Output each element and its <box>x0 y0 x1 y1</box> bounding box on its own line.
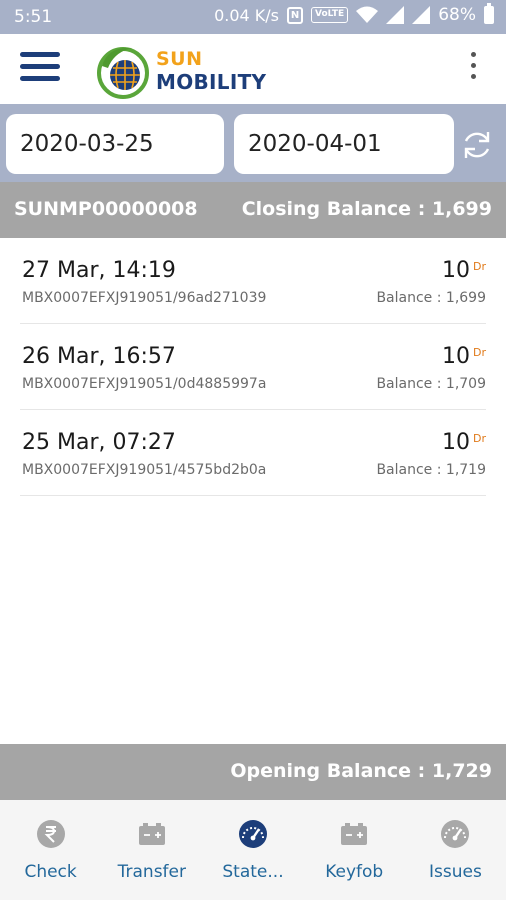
sun-mobility-logo: SUN MOBILITY <box>94 40 274 100</box>
transaction-balance: Balance : 1,699 <box>376 290 486 306</box>
logo-text-sun: SUN <box>156 48 203 70</box>
debit-badge: Dr <box>473 432 486 445</box>
nfc-icon: N <box>287 6 303 24</box>
more-options-icon[interactable] <box>466 52 480 86</box>
debit-badge: Dr <box>473 346 486 359</box>
nav-issues[interactable]: Issues <box>405 800 506 900</box>
closing-balance: Closing Balance : 1,699 <box>241 198 492 220</box>
transaction-amount: 10 Dr <box>442 344 486 369</box>
transaction-reference: MBX0007EFXJ919051/0d4885997a <box>22 376 267 392</box>
opening-balance: Opening Balance : 1,729 <box>230 760 492 782</box>
amount-value: 10 <box>442 344 470 369</box>
transaction-row[interactable]: 27 Mar, 14:19 MBX0007EFXJ919051/96ad2710… <box>20 238 486 324</box>
menu-icon[interactable] <box>20 52 60 82</box>
signal-icon <box>386 6 405 24</box>
rupee-icon <box>36 820 65 848</box>
nav-label: Issues <box>429 862 482 882</box>
transaction-balance: Balance : 1,719 <box>376 462 486 478</box>
debit-badge: Dr <box>473 260 486 273</box>
logo-text-mobility: MOBILITY <box>156 70 267 94</box>
to-date-field[interactable]: 2020-04-01 <box>234 114 454 174</box>
network-speed: 0.04 K/s <box>214 5 279 25</box>
status-time: 5:51 <box>14 7 53 27</box>
transaction-row[interactable]: 25 Mar, 07:27 MBX0007EFXJ919051/4575bd2b… <box>20 410 486 496</box>
nav-statement[interactable]: State... <box>202 800 303 900</box>
statement-summary: SUNMP00000008 Closing Balance : 1,699 <box>0 182 506 238</box>
bottom-navigation: Check Transfer State... Keyfob Issues <box>0 800 506 900</box>
opening-balance-bar: Opening Balance : 1,729 <box>0 744 506 800</box>
nav-label: Transfer <box>117 862 186 882</box>
battery-percent: 68% <box>438 5 476 25</box>
volte-icon: VoLTE <box>311 7 349 23</box>
transaction-date: 27 Mar, 14:19 <box>22 258 176 283</box>
battery-icon <box>484 3 494 24</box>
speedometer-icon <box>239 820 267 848</box>
screen: 5:51 0.04 K/s N VoLTE 68% SUN MOBILITY 2… <box>0 0 506 900</box>
amount-value: 10 <box>442 430 470 455</box>
nav-check[interactable]: Check <box>0 800 101 900</box>
date-filter-bar: 2020-03-25 2020-04-01 <box>0 104 506 182</box>
transaction-reference: MBX0007EFXJ919051/96ad271039 <box>22 290 267 306</box>
battery-icon <box>138 823 165 845</box>
nav-transfer[interactable]: Transfer <box>101 800 202 900</box>
battery-icon <box>341 823 368 845</box>
status-icons: 0.04 K/s N VoLTE 68% <box>214 3 494 25</box>
transaction-date: 25 Mar, 07:27 <box>22 430 176 455</box>
transaction-amount: 10 Dr <box>442 430 486 455</box>
status-bar: 5:51 0.04 K/s N VoLTE 68% <box>0 0 506 34</box>
from-date-field[interactable]: 2020-03-25 <box>6 114 224 174</box>
transaction-date: 26 Mar, 16:57 <box>22 344 176 369</box>
app-bar: SUN MOBILITY <box>0 34 506 104</box>
nav-label: State... <box>222 862 284 882</box>
speedometer-icon <box>441 820 470 848</box>
transaction-list: 27 Mar, 14:19 MBX0007EFXJ919051/96ad2710… <box>0 238 506 496</box>
refresh-icon[interactable] <box>460 128 494 162</box>
wifi-icon <box>356 6 379 23</box>
transaction-row[interactable]: 26 Mar, 16:57 MBX0007EFXJ919051/0d488599… <box>20 324 486 410</box>
nav-keyfob[interactable]: Keyfob <box>304 800 405 900</box>
transaction-reference: MBX0007EFXJ919051/4575bd2b0a <box>22 462 267 478</box>
transaction-amount: 10 Dr <box>442 258 486 283</box>
signal-icon <box>412 6 431 24</box>
transaction-balance: Balance : 1,709 <box>376 376 486 392</box>
nav-label: Check <box>24 862 77 882</box>
nav-label: Keyfob <box>325 862 384 882</box>
amount-value: 10 <box>442 258 470 283</box>
globe-logo-icon <box>97 47 149 99</box>
account-id: SUNMP00000008 <box>14 198 198 220</box>
